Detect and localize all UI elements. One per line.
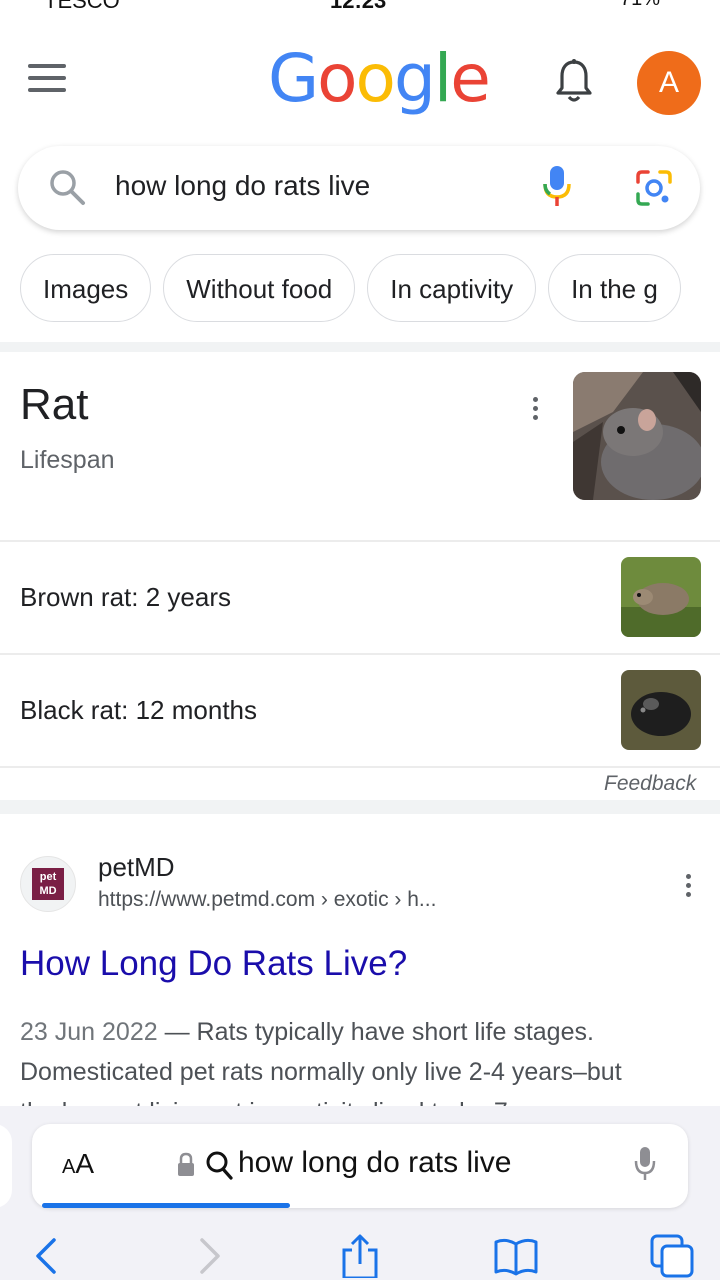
carrier-label: TESCO xyxy=(44,0,120,13)
result-more-options-icon[interactable] xyxy=(684,874,692,901)
text-size-button[interactable]: AA xyxy=(62,1148,94,1180)
result-site-name[interactable]: petMD xyxy=(98,852,175,883)
page-load-progress xyxy=(42,1203,290,1208)
menu-icon[interactable] xyxy=(28,64,66,92)
lock-icon xyxy=(178,1152,194,1176)
result-title-link[interactable]: How Long Do Rats Live? xyxy=(20,944,407,984)
address-microphone-icon[interactable] xyxy=(634,1146,656,1182)
black-rat-lifespan[interactable]: Black rat: 12 months xyxy=(20,695,257,726)
status-time: 12:23 xyxy=(330,0,387,13)
divider xyxy=(0,540,720,542)
microphone-icon[interactable] xyxy=(540,164,574,208)
logo-letter: e xyxy=(450,40,491,117)
battery-label: 71% xyxy=(620,0,660,11)
google-logo[interactable]: Google xyxy=(268,40,491,117)
google-lens-icon[interactable] xyxy=(634,168,674,208)
petmd-logo-text: pet MD xyxy=(32,868,64,900)
search-icon xyxy=(50,170,85,205)
result-date: 23 Jun 2022 xyxy=(20,1018,158,1046)
divider xyxy=(0,342,720,352)
snippet-line-1: — Rats typically have short life stages. xyxy=(157,1018,594,1046)
bell-icon[interactable] xyxy=(554,58,594,104)
divider xyxy=(0,653,720,655)
knowledge-panel-title: Rat xyxy=(20,380,89,429)
black-rat-image[interactable] xyxy=(621,670,701,750)
bookmarks-icon[interactable] xyxy=(494,1234,538,1278)
divider xyxy=(0,766,720,768)
text-size-big: A xyxy=(75,1148,95,1179)
more-options-icon[interactable] xyxy=(531,397,539,424)
brown-rat-image[interactable] xyxy=(621,557,701,637)
logo-letter: o xyxy=(355,40,396,117)
chip-in-captivity[interactable]: In captivity xyxy=(367,254,537,322)
previous-tab-edge[interactable] xyxy=(0,1124,12,1208)
search-input[interactable]: how long do rats live xyxy=(115,170,370,202)
logo-letter: g xyxy=(393,40,436,117)
forward-icon[interactable] xyxy=(186,1234,230,1278)
divider xyxy=(0,800,720,814)
address-search-icon xyxy=(206,1151,233,1180)
filter-chips: Images Without food In captivity In the g xyxy=(20,254,720,326)
result-url[interactable]: https://www.petmd.com › exotic › h... xyxy=(98,888,436,912)
status-bar: TESCO 12:23 71% xyxy=(0,0,720,14)
rat-image[interactable] xyxy=(573,372,701,500)
back-icon[interactable] xyxy=(26,1234,70,1278)
knowledge-panel-subtitle: Lifespan xyxy=(20,446,115,474)
share-icon[interactable] xyxy=(338,1234,382,1278)
snippet-line-2: Domesticated pet rats normally only live… xyxy=(20,1058,622,1086)
account-avatar[interactable]: A xyxy=(637,51,701,115)
feedback-link[interactable]: Feedback xyxy=(604,772,696,796)
chip-without-food[interactable]: Without food xyxy=(163,254,356,322)
petmd-favicon[interactable]: pet MD xyxy=(20,856,76,912)
chip-in-the-wild[interactable]: In the g xyxy=(548,254,681,322)
brown-rat-lifespan[interactable]: Brown rat: 2 years xyxy=(20,582,231,613)
logo-letter: l xyxy=(433,40,452,117)
tabs-icon[interactable] xyxy=(650,1234,694,1278)
text-size-small: A xyxy=(62,1156,76,1178)
address-text[interactable]: how long do rats live xyxy=(238,1146,512,1180)
logo-letter: o xyxy=(317,40,357,117)
chip-images[interactable]: Images xyxy=(20,254,152,322)
logo-letter: G xyxy=(268,40,319,117)
